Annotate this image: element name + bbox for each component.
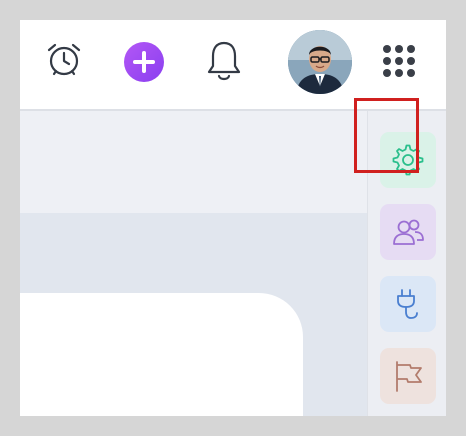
users-button[interactable] [380, 204, 436, 260]
flag-button[interactable] [380, 348, 436, 404]
content-panel [20, 293, 303, 416]
main-content [20, 111, 367, 416]
right-sidebar [367, 111, 446, 416]
app-window [20, 20, 446, 416]
settings-button[interactable] [380, 132, 436, 188]
plus-icon [133, 51, 155, 73]
user-avatar[interactable] [288, 30, 352, 94]
integrations-button[interactable] [380, 276, 436, 332]
flag-icon [396, 361, 422, 392]
top-bar [20, 20, 446, 111]
bell-icon[interactable] [204, 39, 244, 83]
users-icon [393, 219, 424, 245]
alarm-clock-icon[interactable] [46, 42, 82, 78]
grid-dots-icon[interactable] [382, 44, 416, 78]
add-button[interactable] [124, 42, 164, 82]
plug-icon [397, 289, 418, 319]
avatar-photo-icon [288, 30, 352, 94]
gear-icon [392, 144, 424, 176]
